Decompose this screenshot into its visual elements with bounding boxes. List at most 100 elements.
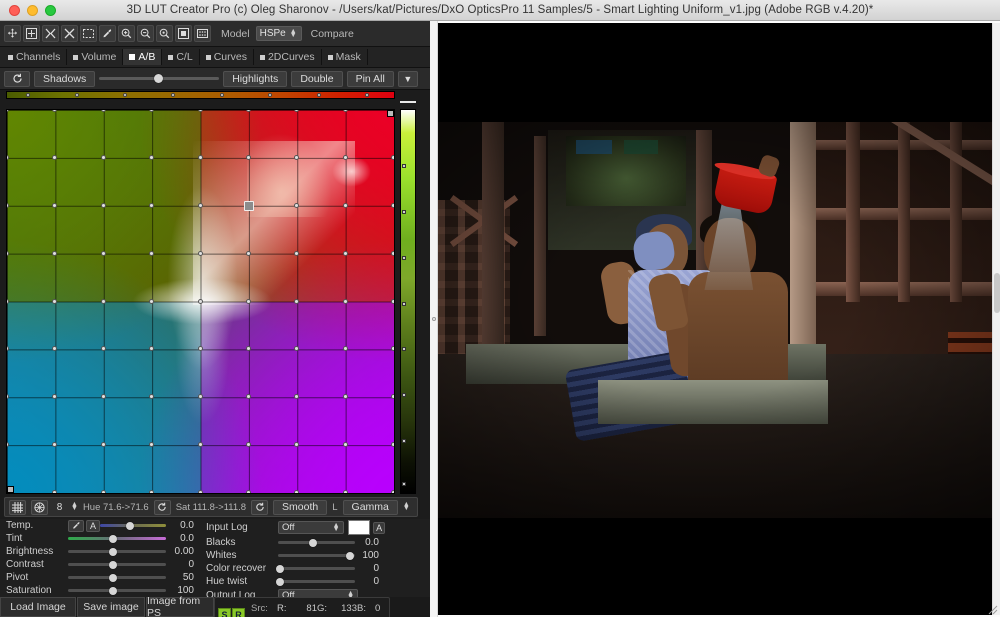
input-log-auto-button[interactable]: A xyxy=(373,521,385,534)
zoom-out-tool-icon[interactable] xyxy=(137,25,154,42)
hue-reset-icon[interactable] xyxy=(153,499,171,515)
pin-all-button[interactable]: Pin All xyxy=(346,70,394,87)
grid-node[interactable] xyxy=(52,202,58,208)
grid-node[interactable] xyxy=(342,346,348,352)
grid-node[interactable] xyxy=(52,394,58,400)
param-contrast-slider[interactable] xyxy=(68,558,166,571)
grid-node[interactable] xyxy=(391,442,394,448)
grid-node[interactable] xyxy=(342,394,348,400)
lightness-node[interactable] xyxy=(402,163,406,168)
grid-node[interactable] xyxy=(391,202,394,208)
grid-transform-tool-icon[interactable] xyxy=(23,25,40,42)
grid-view-icon[interactable] xyxy=(194,25,211,42)
sat-reset-icon[interactable] xyxy=(251,499,269,515)
lightness-node[interactable] xyxy=(402,393,406,398)
slider-knob[interactable] xyxy=(109,547,118,556)
lightness-node[interactable] xyxy=(402,301,406,306)
vertical-scrollbar[interactable] xyxy=(992,23,1000,615)
scrollbar-thumb[interactable] xyxy=(994,273,1000,313)
grid-node[interactable] xyxy=(52,154,58,160)
zoom-in-tool-icon[interactable] xyxy=(118,25,135,42)
tab-ab[interactable]: A/B xyxy=(123,49,163,65)
grid-node[interactable] xyxy=(100,202,106,208)
grid-node[interactable] xyxy=(100,442,106,448)
grid-node[interactable] xyxy=(197,154,203,160)
grid-node[interactable] xyxy=(342,250,348,256)
hue-gradient-strip[interactable] xyxy=(6,91,395,99)
node-count-value[interactable]: 8 xyxy=(53,502,66,513)
hue-node[interactable] xyxy=(364,93,369,97)
tab-cl[interactable]: C/L xyxy=(162,49,200,65)
grid-node[interactable] xyxy=(7,202,9,208)
hue-node[interactable] xyxy=(26,93,31,97)
grid-node[interactable] xyxy=(149,490,155,493)
grid-node[interactable] xyxy=(100,250,106,256)
hue-node[interactable] xyxy=(268,93,273,97)
ab-color-grid[interactable] xyxy=(6,109,395,494)
hue-node[interactable] xyxy=(219,93,224,97)
grid-node[interactable] xyxy=(342,154,348,160)
resize-grip-icon[interactable] xyxy=(986,603,998,615)
preview-image[interactable] xyxy=(438,122,996,518)
lightness-node[interactable] xyxy=(402,439,406,444)
param-brightness-slider[interactable] xyxy=(68,545,166,558)
highlights-button[interactable]: Highlights xyxy=(223,70,288,87)
tab-volume[interactable]: Volume xyxy=(67,49,124,65)
grid-node[interactable] xyxy=(294,154,300,160)
hue-node[interactable] xyxy=(316,93,321,97)
load-image-button[interactable]: Load Image xyxy=(0,597,76,617)
shadows-button[interactable]: Shadows xyxy=(34,70,96,87)
grid-node[interactable] xyxy=(245,442,251,448)
grid-node[interactable] xyxy=(294,110,300,112)
grid-node[interactable] xyxy=(149,346,155,352)
lightness-node[interactable] xyxy=(402,481,406,486)
grid-node[interactable] xyxy=(342,202,348,208)
lightness-node[interactable] xyxy=(402,209,406,214)
tab-mask[interactable]: Mask xyxy=(322,49,368,65)
slider-knob[interactable] xyxy=(275,564,284,573)
input-log-select[interactable]: Off ▲ ▼ xyxy=(278,521,344,534)
grid-node[interactable] xyxy=(245,298,251,304)
close-button[interactable] xyxy=(9,5,20,16)
grid-node[interactable] xyxy=(391,250,394,256)
input-log-color-swatch[interactable] xyxy=(347,520,371,535)
tab-channels[interactable]: Channels xyxy=(2,49,68,65)
grid-node[interactable] xyxy=(197,490,203,493)
grid-node-layer[interactable] xyxy=(7,110,394,493)
grid-node[interactable] xyxy=(149,250,155,256)
param-temp-slider[interactable] xyxy=(100,519,166,532)
slider-knob[interactable] xyxy=(109,560,118,569)
grid-node[interactable] xyxy=(149,202,155,208)
grid-node[interactable] xyxy=(342,442,348,448)
rectangle-select-tool-icon[interactable] xyxy=(80,25,97,42)
grid-node[interactable] xyxy=(7,442,9,448)
hue-node[interactable] xyxy=(123,93,128,97)
grid-node[interactable] xyxy=(342,490,348,493)
eyedropper-tool-icon[interactable] xyxy=(99,25,116,42)
tab-2dcurves[interactable]: 2DCurves xyxy=(254,49,322,65)
zoom-button[interactable] xyxy=(45,5,56,16)
grid-node[interactable] xyxy=(197,298,203,304)
stepper-icon[interactable]: ▲ ▼ xyxy=(403,501,410,512)
grid-node[interactable] xyxy=(245,250,251,256)
param-hue-twist-slider[interactable] xyxy=(275,575,355,588)
grid-node[interactable] xyxy=(100,346,106,352)
slider-knob[interactable] xyxy=(109,573,118,582)
lightness-node[interactable] xyxy=(402,347,406,352)
grid-node[interactable] xyxy=(245,394,251,400)
grid-node[interactable] xyxy=(7,110,9,112)
lightness-strip[interactable] xyxy=(400,109,416,494)
grid-node[interactable] xyxy=(391,298,394,304)
compare-button[interactable]: Compare xyxy=(311,28,354,40)
grid-node[interactable] xyxy=(7,298,9,304)
grid-node[interactable] xyxy=(149,154,155,160)
grid-node[interactable] xyxy=(245,346,251,352)
grid-node[interactable] xyxy=(52,490,58,493)
grid-node[interactable] xyxy=(294,490,300,493)
sr-badges[interactable]: S R xyxy=(218,608,245,617)
grid-node[interactable] xyxy=(52,110,58,112)
hue-node[interactable] xyxy=(171,93,176,97)
grid-node[interactable] xyxy=(52,442,58,448)
stepper-icon[interactable]: ▲ ▼ xyxy=(71,501,78,512)
grid-node[interactable] xyxy=(52,250,58,256)
